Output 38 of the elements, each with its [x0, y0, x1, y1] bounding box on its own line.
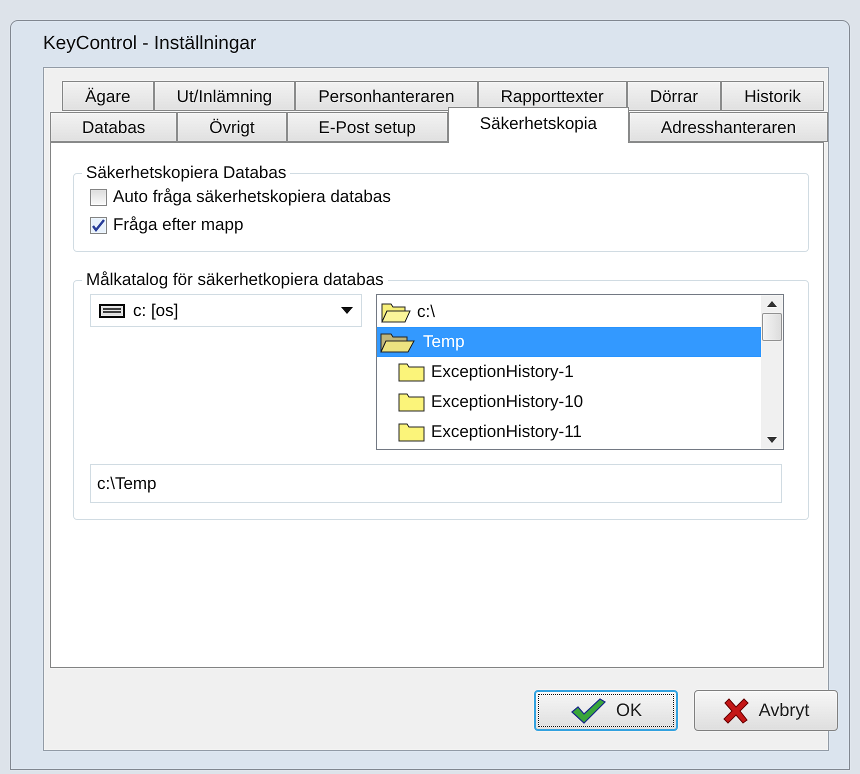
tab[interactable]: Adresshanteraren: [628, 112, 828, 142]
folder-icon: [398, 362, 425, 382]
group-title: Målkatalog för säkerhetkopiera databas: [85, 270, 385, 290]
scroll-thumb[interactable]: [762, 313, 782, 341]
folder-icon: [398, 422, 425, 442]
ok-button[interactable]: OK: [534, 690, 678, 731]
open-folder-icon: [381, 301, 411, 323]
checkmark-icon: [570, 698, 606, 724]
tab[interactable]: Historik: [721, 81, 824, 111]
drive-dropdown[interactable]: c: [os]: [90, 294, 362, 327]
tab[interactable]: Personhanteraren: [295, 81, 478, 111]
scroll-up-arrow-icon[interactable]: [767, 301, 777, 307]
checkbox-label: Fråga efter mapp: [113, 215, 244, 235]
group-title: Säkerhetskopiera Databas: [85, 163, 288, 183]
tab[interactable]: Databas: [50, 112, 178, 142]
tab[interactable]: Ut/Inlämning: [154, 81, 296, 111]
checkbox[interactable]: [90, 188, 107, 206]
dropdown-arrow-icon: [341, 307, 353, 314]
cancel-button[interactable]: Avbryt: [694, 690, 838, 731]
tab[interactable]: Dörrar: [626, 81, 722, 111]
folder-item[interactable]: ExceptionHistory-10: [377, 387, 761, 417]
folder-item[interactable]: c:\: [377, 297, 761, 327]
cross-icon: [722, 698, 749, 724]
tab[interactable]: Ägare: [62, 81, 154, 111]
folder-item[interactable]: ExceptionHistory-1: [377, 357, 761, 387]
folder-item[interactable]: ExceptionHistory-11: [377, 417, 761, 447]
path-field[interactable]: c:\Temp: [90, 464, 782, 503]
checkbox-label: Auto fråga säkerhetskopiera databas: [113, 187, 391, 207]
window-title: KeyControl - Inställningar: [43, 32, 258, 56]
checkbox[interactable]: [90, 216, 107, 234]
tab[interactable]: E-Post setup: [286, 112, 448, 142]
scroll-down-arrow-icon[interactable]: [767, 437, 777, 443]
tab[interactable]: Säkerhetskopia: [448, 107, 629, 143]
folder-list[interactable]: c:\ Temp ExceptionHistory-1 ExceptionHistory-10 ExceptionHistory-11: [376, 294, 784, 450]
drive-icon: [99, 304, 125, 318]
tab[interactable]: Övrigt: [177, 112, 287, 142]
scrollbar[interactable]: [761, 295, 783, 449]
folder-icon: [398, 392, 425, 412]
